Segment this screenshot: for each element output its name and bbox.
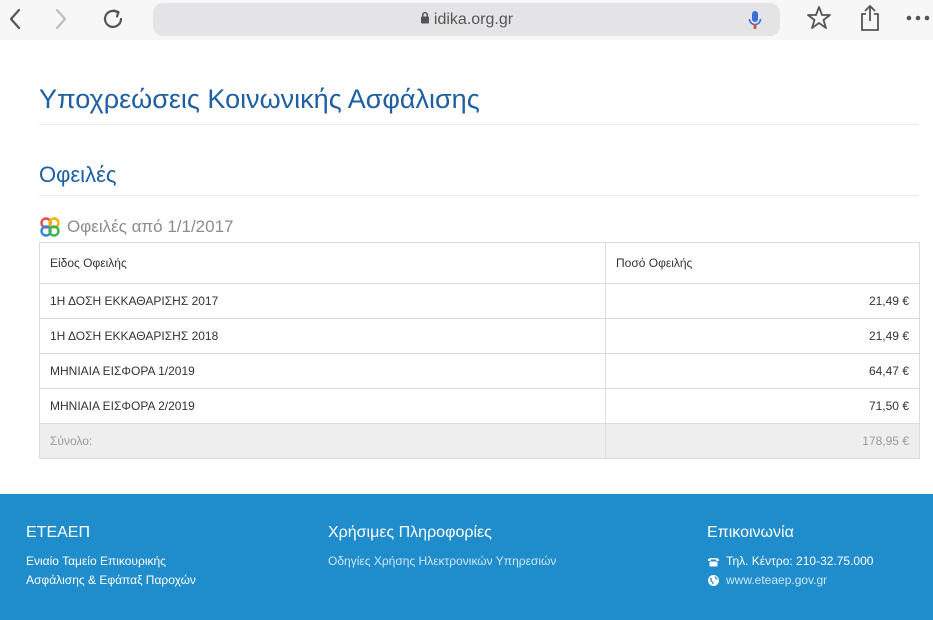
footer-contact: Επικοινωνία Τηλ. Κέντρο: 210-32.75.000 w… — [707, 524, 873, 590]
url-field[interactable]: idika.org.gr — [153, 3, 780, 36]
table-caption-text: Οφειλές από 1/1/2017 — [67, 217, 234, 236]
reload-button[interactable] — [98, 4, 128, 34]
chevron-left-icon — [9, 8, 21, 30]
lock-icon — [420, 3, 430, 36]
footer-website[interactable]: www.eteaep.gov.gr — [707, 571, 873, 590]
header-debt-amount: Ποσό Οφειλής — [605, 242, 920, 284]
debt-type-cell: 1Η ΔΟΣΗ ΕΚΚΑΘΑΡΙΣΗΣ 2018 — [39, 318, 606, 354]
phone-text: Τηλ. Κέντρο: 210-32.75.000 — [726, 554, 874, 568]
debt-type-cell: 1Η ΔΟΣΗ ΕΚΚΑΘΑΡΙΣΗΣ 2017 — [39, 283, 606, 319]
microphone-button[interactable] — [748, 10, 762, 35]
footer-about: ΕΤΕΑΕΠ Ενιαίο Ταμείο Επικουρικής Ασφάλισ… — [26, 524, 196, 590]
browser-toolbar: idika.org.gr — [0, 0, 933, 40]
more-button[interactable] — [905, 8, 933, 33]
share-icon — [861, 4, 879, 31]
globe-icon — [708, 575, 719, 586]
share-button[interactable] — [858, 4, 882, 37]
page-title: Υποχρεώσεις Κοινωνικής Ασφάλισης — [39, 84, 480, 114]
user-guide-link[interactable]: Οδηγίες Χρήσης Ηλεκτρονικών Υπηρεσιών — [328, 552, 556, 571]
efka-logo-icon — [40, 217, 60, 237]
website-link[interactable]: www.eteaep.gov.gr — [726, 571, 827, 590]
table-header-row: Είδος Οφειλής Ποσό Οφειλής — [39, 242, 920, 284]
debt-amount-cell: 21,49 € — [605, 283, 920, 319]
bookmark-button[interactable] — [806, 4, 832, 37]
footer-info-heading: Χρήσιμες Πληροφορίες — [328, 524, 492, 541]
table-caption: Οφειλές από 1/1/2017 — [39, 216, 234, 238]
star-icon — [807, 6, 831, 29]
divider — [39, 195, 919, 196]
more-dots-icon — [906, 15, 930, 21]
debt-amount-cell: 71,50 € — [605, 388, 920, 424]
forward-button[interactable] — [46, 4, 76, 34]
total-amount: 178,95 € — [605, 423, 920, 459]
table-row: ΜΗΝΙΑΙΑ ΕΙΣΦΟΡΑ 2/2019 71,50 € — [39, 388, 920, 424]
divider — [39, 124, 919, 125]
footer-about-line: Ασφάλισης & Εφάπαξ Παροχών — [26, 573, 196, 587]
back-button[interactable] — [0, 4, 30, 34]
table-row: ΜΗΝΙΑΙΑ ΕΙΣΦΟΡΑ 1/2019 64,47 € — [39, 353, 920, 389]
table-total-row: Σύνολο: 178,95 € — [39, 423, 920, 459]
footer-info: Χρήσιμες Πληροφορίες Οδηγίες Χρήσης Ηλεκ… — [328, 524, 556, 571]
total-label: Σύνολο: — [39, 423, 606, 459]
debt-amount-cell: 21,49 € — [605, 318, 920, 354]
debt-type-cell: ΜΗΝΙΑΙΑ ΕΙΣΦΟΡΑ 1/2019 — [39, 353, 606, 389]
table-row: 1Η ΔΟΣΗ ΕΚΚΑΘΑΡΙΣΗΣ 2017 21,49 € — [39, 283, 920, 319]
footer-about-line: Ενιαίο Ταμείο Επικουρικής — [26, 554, 166, 568]
microphone-icon — [748, 11, 762, 29]
section-title: Οφειλές — [39, 162, 117, 187]
phone-icon — [708, 558, 719, 567]
table-row: 1Η ΔΟΣΗ ΕΚΚΑΘΑΡΙΣΗΣ 2018 21,49 € — [39, 318, 920, 354]
reload-icon — [103, 9, 123, 28]
debt-amount-cell: 64,47 € — [605, 353, 920, 389]
chevron-right-icon — [55, 8, 67, 30]
footer-contact-heading: Επικοινωνία — [707, 524, 794, 541]
url-text: idika.org.gr — [433, 11, 514, 28]
address-bar[interactable]: idika.org.gr — [153, 3, 780, 36]
header-debt-type: Είδος Οφειλής — [39, 242, 606, 284]
footer-phone: Τηλ. Κέντρο: 210-32.75.000 — [707, 552, 873, 571]
footer-about-heading: ΕΤΕΑΕΠ — [26, 524, 91, 541]
debt-type-cell: ΜΗΝΙΑΙΑ ΕΙΣΦΟΡΑ 2/2019 — [39, 388, 606, 424]
debts-table: Είδος Οφειλής Ποσό Οφειλής 1Η ΔΟΣΗ ΕΚΚΑΘ… — [39, 242, 920, 459]
site-footer: ΕΤΕΑΕΠ Ενιαίο Ταμείο Επικουρικής Ασφάλισ… — [0, 494, 933, 620]
